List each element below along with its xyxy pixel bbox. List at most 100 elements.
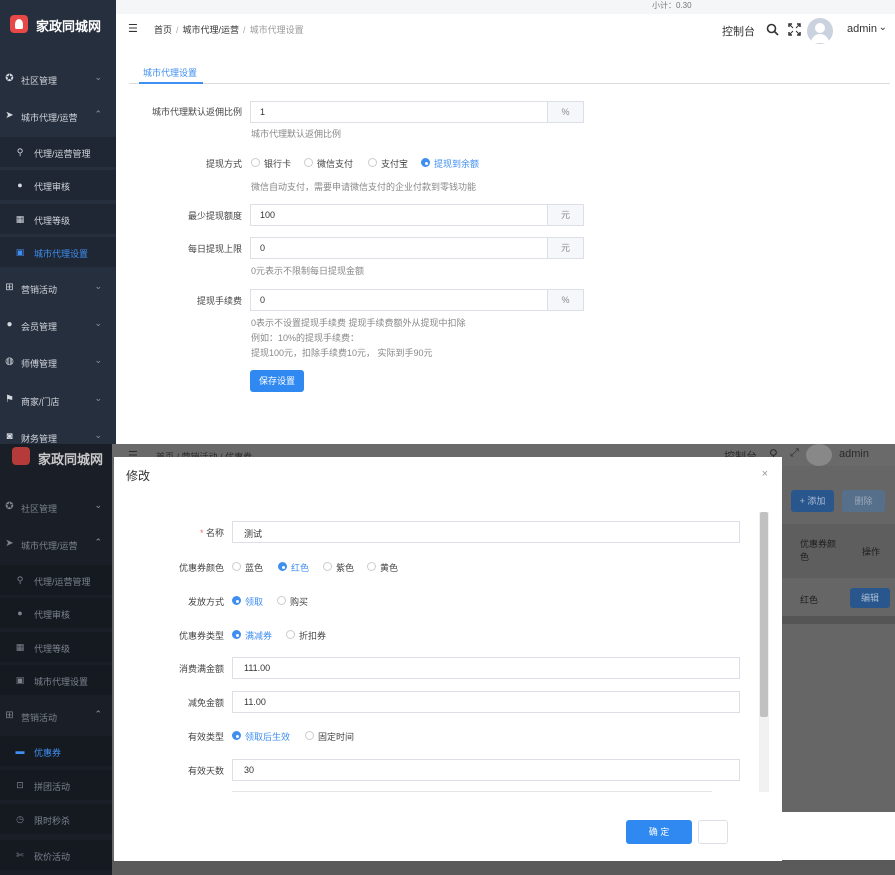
sidebar-subitem-agent-level[interactable]: ▦ 代理等级 <box>0 632 116 662</box>
sidebar-item-members[interactable]: ● 会员管理 ⌄ <box>0 310 116 340</box>
top-strip: 小计：0.30 <box>116 0 895 14</box>
sidebar-subitem-label: 限时秒杀 <box>34 816 71 826</box>
sidebar-subitem-label: 代理等级 <box>34 216 71 226</box>
console-link[interactable]: 控制台 <box>722 23 755 39</box>
username[interactable]: admin <box>839 448 869 460</box>
sidebar-subitem-label: 城市代理设置 <box>34 249 89 259</box>
breadcrumb-current: 城市代理设置 <box>249 25 304 35</box>
user-icon: ● <box>17 608 23 618</box>
sidebar-subitem-agent-review[interactable]: ● 代理审核 <box>0 598 116 628</box>
sidebar-subitem-coupon[interactable]: ▬ 优惠券 <box>0 736 116 766</box>
daily-limit-help: 0元表示不限制每日提现金额 <box>251 266 365 276</box>
chevron-down-icon[interactable]: ⌄ <box>879 22 887 33</box>
sidebar-subitem-flash-sale[interactable]: ◷ 限时秒杀 <box>0 804 116 834</box>
discount-label: 减免金额 <box>187 698 224 708</box>
daily-limit-unit: 元 <box>547 238 583 258</box>
min-withdraw-field[interactable]: 100 元 <box>250 204 584 226</box>
sidebar-item-marketing[interactable]: ⊞ 营销活动 ⌃ <box>0 701 116 731</box>
sidebar-subitem-label: 拼团活动 <box>34 782 71 792</box>
rebate-value: 1 <box>260 107 266 117</box>
group-icon: ⊡ <box>16 780 24 790</box>
sidebar-subitem-agent-level[interactable]: ▦ 代理等级 <box>0 204 116 234</box>
min-withdraw-unit: 元 <box>547 205 583 225</box>
cancel-button[interactable] <box>698 820 728 844</box>
sidebar-item-partial[interactable] <box>0 35 116 45</box>
dialog-scrollbar[interactable] <box>759 512 769 792</box>
discount-input[interactable]: 11.00 <box>232 691 740 713</box>
sidebar-item-label: 营销活动 <box>21 285 58 295</box>
sidebar-subitem-city-agent-settings[interactable]: ▣ 城市代理设置 <box>0 665 116 695</box>
search-icon[interactable] <box>766 23 779 36</box>
chevron-down-icon: ⌄ <box>94 500 102 510</box>
avatar[interactable] <box>807 18 833 44</box>
breadcrumb-home[interactable]: 首页 <box>154 25 172 35</box>
sidebar-item-city-agent[interactable]: ➤ 城市代理/运营 ⌃ <box>0 101 116 131</box>
fee-value: 0 <box>260 295 266 305</box>
edit-button[interactable]: 编辑 <box>850 588 890 608</box>
fullscreen-icon[interactable]: ⤢ <box>790 447 799 460</box>
close-icon[interactable]: × <box>762 468 768 480</box>
sidebar-subitem-agent-management[interactable]: ⚲ 代理/运营管理 <box>0 565 116 595</box>
scrollbar-thumb[interactable] <box>760 512 768 717</box>
add-button[interactable]: + 添加 <box>791 490 834 512</box>
daily-limit-label: 每日提现上限 <box>187 244 242 254</box>
sidebar-item-merchants[interactable]: ⚑ 商家/门店 ⌄ <box>0 385 116 415</box>
fee-help-3: 提现100元，扣除手续费10元， 实际到手90元 <box>251 348 433 358</box>
divider <box>232 791 712 792</box>
flag-icon: ⚑ <box>5 394 14 405</box>
sidebar-subitem-label: 代理等级 <box>34 644 71 654</box>
breadcrumb: 首页 / 城市代理/运营 / 城市代理设置 <box>154 25 304 35</box>
chevron-down-icon: ⌄ <box>94 72 102 82</box>
min-withdraw-value: 100 <box>260 210 276 220</box>
withdraw-method-label: 提现方式 <box>205 159 242 169</box>
sidebar-subitem-group-buy[interactable]: ⊡ 拼团活动 <box>0 770 116 800</box>
sidebar-item-finance[interactable]: ◙ 财务管理 ⌄ <box>0 422 116 444</box>
delete-button[interactable]: 删除 <box>842 490 885 512</box>
sidebar-subitem-label: 代理/运营管理 <box>34 577 91 587</box>
bottom-strip <box>112 860 895 875</box>
valid-days-label: 有效天数 <box>187 766 224 776</box>
sidebar-subitem-label: 代理审核 <box>34 182 71 192</box>
sidebar-item-marketing[interactable]: ⊞ 营销活动 ⌄ <box>0 273 116 303</box>
sidebar-subitem-bargain[interactable]: ✄ 砍价活动 <box>0 840 116 870</box>
sidebar-item-community[interactable]: ✪ 社区管理 ⌄ <box>0 492 116 522</box>
threshold-input[interactable]: 111.00 <box>232 657 740 679</box>
sidebar-item-label: 会员管理 <box>21 322 58 332</box>
chevron-down-icon: ⌄ <box>94 281 102 291</box>
valid-type-label: 有效类型 <box>187 732 224 742</box>
breadcrumb-section[interactable]: 城市代理/运营 <box>183 25 240 35</box>
table-header: 优惠券颜色 操作 <box>780 524 895 578</box>
valid-days-input[interactable]: 30 <box>232 759 740 781</box>
save-settings-button[interactable]: 保存设置 <box>250 370 304 392</box>
fullscreen-icon[interactable] <box>788 23 801 36</box>
sidebar-subitem-city-agent-settings[interactable]: ▣ 城市代理设置 <box>0 237 116 267</box>
menu-toggle-icon[interactable]: ☰ <box>128 22 138 35</box>
subtotal-text: 小计：0.30 <box>652 1 692 10</box>
name-input[interactable]: 测试 <box>232 521 740 543</box>
sidebar-item-label: 财务管理 <box>21 434 58 444</box>
confirm-button[interactable]: 确 定 <box>626 820 692 844</box>
fee-help-1: 0表示不设置提现手续费 提现手续费额外从提现中扣除 <box>251 318 466 328</box>
sidebar-subitem-agent-review[interactable]: ● 代理审核 <box>0 170 116 200</box>
user-icon: ● <box>6 319 13 330</box>
fee-field[interactable]: 0 % <box>250 289 584 311</box>
brand-name: 家政同城网 <box>36 19 102 34</box>
rebate-label: 城市代理默认返佣比例 <box>151 107 242 117</box>
sidebar-item-community[interactable]: ✪ 社区管理 ⌄ <box>0 64 116 94</box>
sidebar-item-masters[interactable]: ◍ 师傅管理 ⌄ <box>0 347 116 377</box>
sidebar-item-label: 城市代理/运营 <box>21 113 78 123</box>
username[interactable]: admin <box>847 23 877 35</box>
sidebar-subitem-agent-management[interactable]: ⚲ 代理/运营管理 <box>0 137 116 167</box>
sidebar-item-city-agent[interactable]: ➤ 城市代理/运营 ⌃ <box>0 529 116 559</box>
avatar[interactable] <box>806 444 832 466</box>
chevron-up-icon: ⌃ <box>94 537 102 547</box>
fee-help-2: 例如：10%的提现手续费： <box>251 333 360 343</box>
tab-city-agent-settings[interactable]: 城市代理设置 <box>143 66 197 79</box>
daily-limit-field[interactable]: 0 元 <box>250 237 584 259</box>
grid-icon: ⊞ <box>5 282 14 293</box>
table-scrollbar[interactable] <box>780 616 895 624</box>
chevron-up-icon: ⌃ <box>94 109 102 119</box>
send-icon: ➤ <box>5 538 14 549</box>
wallet-icon: ◙ <box>6 431 13 442</box>
rebate-field[interactable]: 1 % <box>250 101 584 123</box>
